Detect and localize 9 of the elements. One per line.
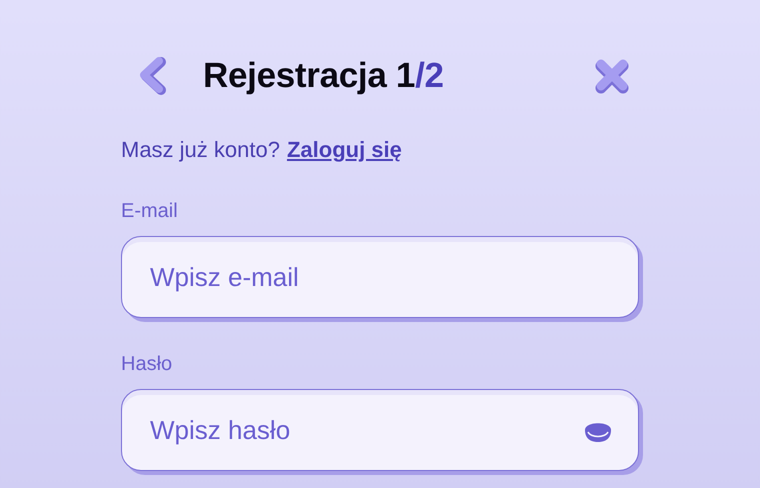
login-prompt-text: Masz już konto? (121, 137, 280, 163)
field-label: E-mail (121, 199, 179, 224)
field-label: Hasło (121, 352, 174, 377)
password-field[interactable]: Wpisz hasło (121, 389, 639, 471)
page-title: Rejestracja 1/2 (203, 56, 445, 96)
close-icon[interactable] (593, 57, 631, 95)
login-link[interactable]: Zaloguj się (286, 137, 402, 163)
back-icon[interactable] (139, 56, 167, 96)
email-field[interactable]: Wpisz e-mail (121, 236, 639, 318)
